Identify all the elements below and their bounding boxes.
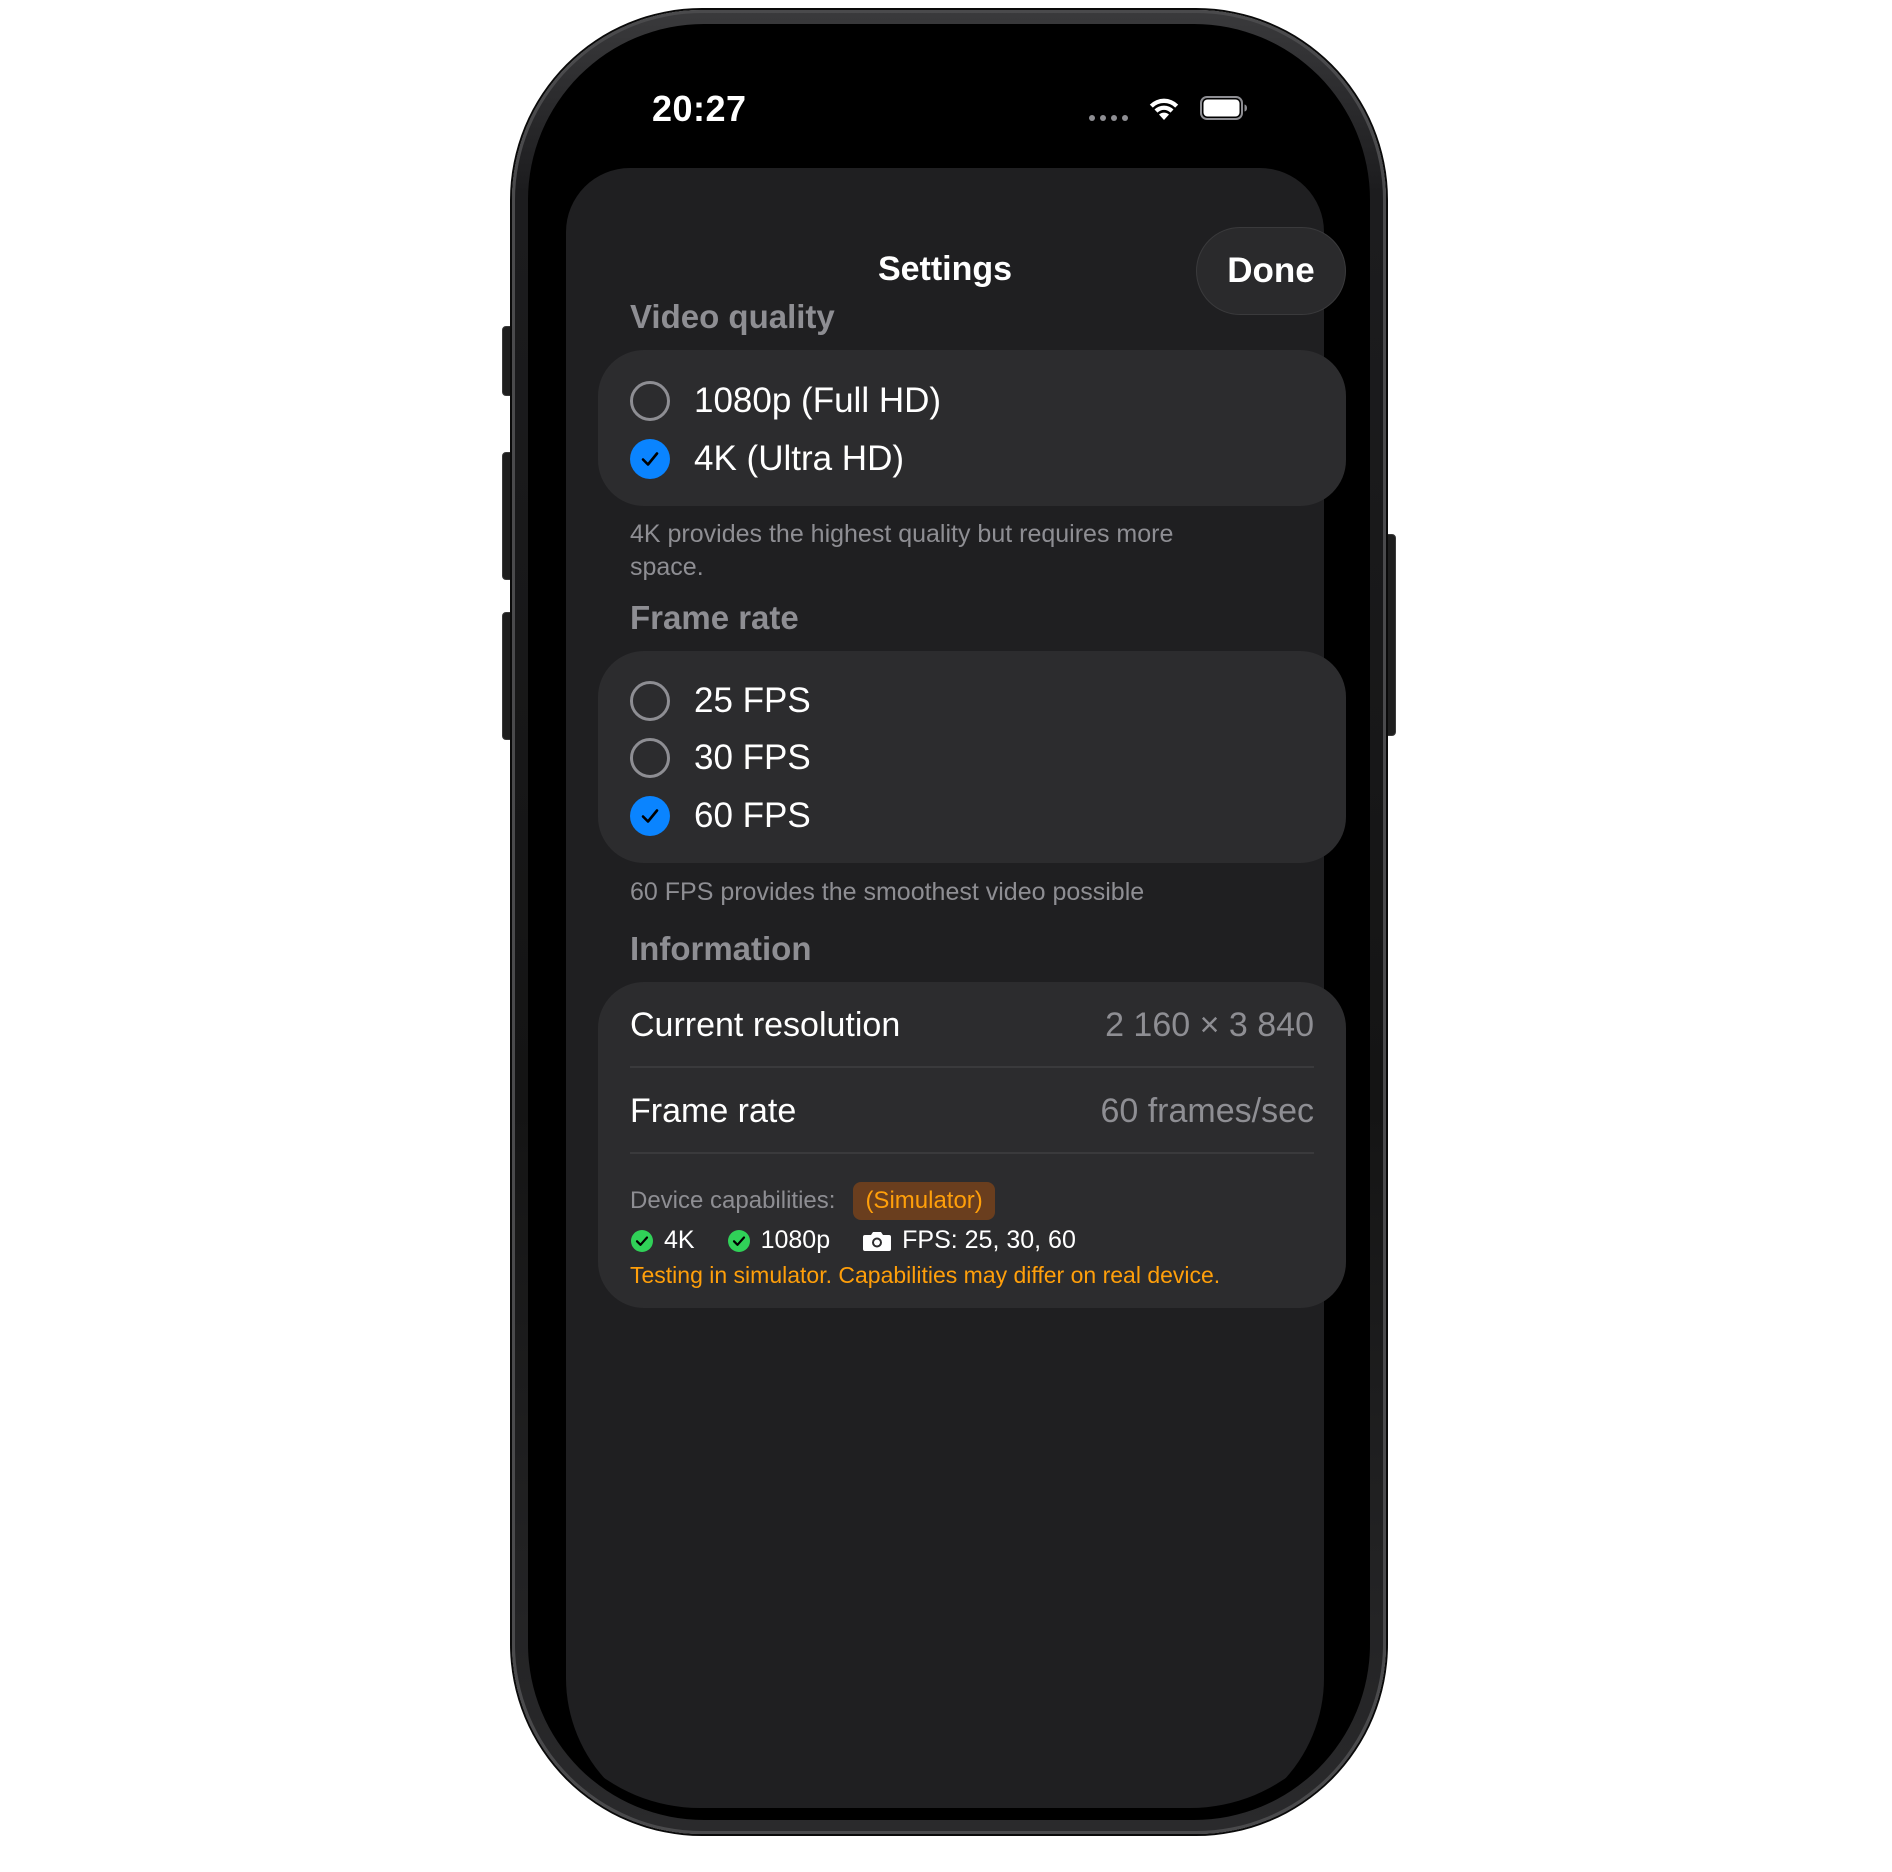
device-capabilities-line: Device capabilities: (Simulator): [630, 1182, 995, 1220]
divider: [630, 1152, 1314, 1154]
option-30fps[interactable]: 30 FPS: [630, 733, 811, 783]
divider: [630, 1066, 1314, 1068]
option-25fps[interactable]: 25 FPS: [630, 676, 811, 726]
settings-sheet: Settings Done Video quality 1080p (Full …: [566, 168, 1346, 1808]
video-quality-card: 1080p (Full HD) 4K (Ultra HD): [598, 350, 1346, 506]
option-label: 4K (Ultra HD): [694, 439, 905, 478]
status-icons: [1089, 94, 1248, 122]
info-row-frame-rate: Frame rate 60 frames/sec: [630, 1086, 1314, 1136]
section-header-information: Information: [630, 930, 812, 967]
option-label: 30 FPS: [694, 738, 811, 777]
status-bar: 20:27: [532, 26, 1358, 166]
checkmark-icon: [641, 452, 659, 466]
option-1080p[interactable]: 1080p (Full HD): [630, 376, 941, 426]
battery-icon: [1200, 96, 1248, 120]
wifi-icon: [1146, 94, 1182, 122]
radio-unchecked-icon[interactable]: [630, 681, 670, 721]
section-header-frame-rate: Frame rate: [630, 599, 799, 636]
option-4k[interactable]: 4K (Ultra HD): [630, 434, 904, 484]
phone-screen: 20:27 Settings Done Video quality 1080p …: [532, 26, 1358, 1808]
simulator-warning: Testing in simulator. Capabilities may d…: [630, 1262, 1221, 1288]
info-label: Frame rate: [630, 1091, 797, 1130]
section-header-video-quality: Video quality: [630, 298, 835, 335]
option-label: 25 FPS: [694, 681, 811, 720]
capability-text: 1080p: [760, 1226, 831, 1254]
frame-rate-footnote: 60 FPS provides the smoothest video poss…: [630, 878, 1145, 906]
frame-rate-card: 25 FPS 30 FPS 60 FPS: [598, 651, 1346, 863]
done-button[interactable]: Done: [1196, 227, 1346, 315]
capabilities-list: 4K 1080p FPS: 25, 30, 60: [630, 1226, 1108, 1255]
video-quality-footnote: 4K provides the highest quality but requ…: [630, 520, 1174, 581]
capability-1080p: 1080p: [727, 1226, 831, 1255]
option-label: 1080p (Full HD): [694, 381, 942, 420]
capability-fps: FPS: 25, 30, 60: [862, 1226, 1076, 1255]
info-value: 60 frames/sec: [1100, 1091, 1314, 1130]
cellular-signal-icon: [1089, 95, 1128, 121]
stage: 20:27 Settings Done Video quality 1080p …: [0, 0, 1892, 1872]
radio-unchecked-icon[interactable]: [630, 381, 670, 421]
radio-checked-icon[interactable]: [630, 796, 670, 836]
green-check-icon: [631, 1229, 653, 1252]
capabilities-label: Device capabilities:: [630, 1187, 836, 1214]
info-value: 2 160 × 3 840: [1105, 1005, 1314, 1044]
info-label: Current resolution: [630, 1005, 901, 1044]
capability-text: FPS: 25, 30, 60: [902, 1226, 1076, 1254]
option-60fps[interactable]: 60 FPS: [630, 791, 811, 841]
checkmark-icon: [641, 809, 659, 823]
simulator-badge: (Simulator): [853, 1182, 995, 1220]
camera-icon: [863, 1231, 892, 1251]
option-label: 60 FPS: [694, 796, 811, 835]
radio-checked-icon[interactable]: [630, 439, 670, 479]
green-check-icon: [727, 1229, 750, 1252]
radio-unchecked-icon[interactable]: [630, 738, 670, 778]
information-card: Current resolution 2 160 × 3 840 Frame r…: [598, 982, 1346, 1308]
capability-text: 4K: [664, 1226, 695, 1254]
status-time: 20:27: [652, 88, 747, 129]
capability-4k: 4K: [630, 1226, 695, 1255]
info-row-resolution: Current resolution 2 160 × 3 840: [630, 1000, 1314, 1050]
